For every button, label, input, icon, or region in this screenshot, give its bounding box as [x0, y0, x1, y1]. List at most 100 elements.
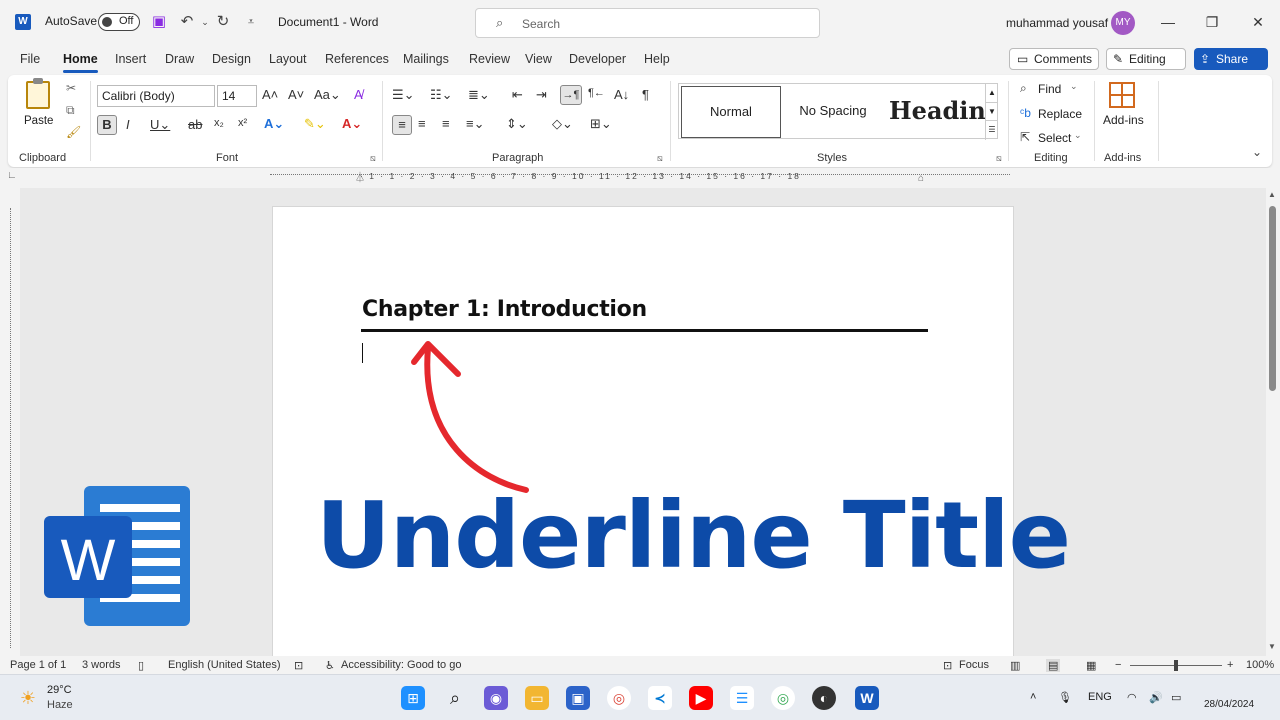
accessibility-status[interactable]: Accessibility: Good to go [341, 659, 461, 671]
right-indent-marker-icon[interactable]: ⌂ [918, 173, 924, 184]
wifi-icon[interactable]: ◠ [1127, 691, 1137, 704]
shading-icon[interactable]: ◇⌄ [552, 116, 573, 132]
shrink-font-icon[interactable]: A˅ [288, 87, 304, 102]
word-taskbar-icon[interactable]: W [855, 686, 879, 710]
tab-references[interactable]: References [325, 52, 389, 66]
zoom-level[interactable]: 100% [1246, 659, 1274, 671]
replace-button[interactable]: Replace [1038, 107, 1082, 121]
align-left-icon[interactable]: ≡ [392, 115, 412, 135]
tab-layout[interactable]: Layout [269, 52, 307, 66]
styles-dialog-launcher-icon[interactable]: ⧅ [996, 153, 1002, 164]
bold-button[interactable]: B [97, 115, 117, 135]
notepad-icon[interactable]: ☰ [730, 686, 754, 710]
ltr-paragraph-icon[interactable]: →¶ [560, 85, 582, 105]
change-case-icon[interactable]: Aa⌄ [314, 87, 341, 103]
tab-home[interactable]: Home [63, 52, 98, 73]
language-indicator[interactable]: ENG [1088, 691, 1112, 703]
redo-icon[interactable]: ↻ [214, 12, 232, 32]
strikethrough-button[interactable]: ab [188, 117, 202, 132]
justify-icon[interactable]: ≡⌄ [466, 116, 484, 132]
microphone-icon[interactable]: 🎙 [1058, 691, 1072, 704]
scroll-down-icon[interactable]: ▼ [1268, 642, 1276, 651]
search-taskbar-icon[interactable]: ⌕ [443, 686, 467, 710]
find-dropdown-icon[interactable]: ⌄ [1070, 81, 1078, 92]
align-center-icon[interactable]: ≡ [418, 116, 426, 131]
superscript-button[interactable]: x² [238, 117, 247, 129]
cut-icon[interactable]: ✂ [66, 81, 76, 95]
numbering-icon[interactable]: ☷⌄ [430, 87, 453, 103]
addins-button[interactable]: Add-ins [1103, 113, 1144, 127]
system-date[interactable]: 28/04/2024 [1204, 699, 1254, 710]
word-count[interactable]: 3 words [82, 659, 121, 671]
styles-up-icon[interactable]: ▲ [986, 84, 998, 102]
copy-icon[interactable]: ⧉ [66, 103, 75, 118]
undo-icon[interactable]: ↶ [178, 12, 196, 32]
avatar[interactable]: MY [1111, 11, 1135, 35]
styles-scroll[interactable]: ▲ ▼ ☰ [985, 84, 998, 140]
restore-icon[interactable]: ❐ [1202, 12, 1222, 32]
user-name[interactable]: muhammad yousaf [1006, 16, 1108, 30]
find-button[interactable]: Find [1038, 82, 1061, 96]
italic-button[interactable]: I [126, 117, 130, 132]
close-icon[interactable]: ✕ [1248, 12, 1268, 32]
scrollbar-thumb[interactable] [1269, 206, 1276, 391]
read-mode-icon[interactable]: ▥ [1010, 659, 1020, 672]
start-icon[interactable]: ⊞ [401, 686, 425, 710]
store-icon[interactable]: ▣ [566, 686, 590, 710]
tab-mailings[interactable]: Mailings [403, 52, 449, 66]
grow-font-icon[interactable]: A˄ [262, 87, 278, 102]
font-size-select[interactable]: 14 [217, 85, 257, 107]
styles-down-icon[interactable]: ▼ [986, 102, 998, 120]
obs-icon[interactable]: ◐ [812, 686, 836, 710]
bullets-icon[interactable]: ☰⌄ [392, 87, 415, 103]
style-normal[interactable]: Normal [681, 86, 781, 138]
focus-button[interactable]: Focus [959, 659, 989, 671]
weather-temperature[interactable]: 29°C [47, 684, 72, 696]
subscript-button[interactable]: x₂ [214, 117, 224, 129]
tab-review[interactable]: Review [469, 52, 510, 66]
language-label[interactable]: English (United States) [168, 659, 281, 671]
minimize-icon[interactable]: — [1158, 12, 1178, 32]
save-icon[interactable]: ▣ [150, 12, 168, 32]
customize-quick-access-icon[interactable]: ⩡ [242, 12, 260, 32]
tray-overflow-icon[interactable]: ˄ [1030, 691, 1036, 703]
share-button[interactable]: Share [1194, 48, 1268, 70]
document-heading[interactable]: Chapter 1: Introduction [362, 297, 647, 322]
paste-label[interactable]: Paste [24, 115, 53, 127]
tab-design[interactable]: Design [212, 52, 251, 66]
vertical-scrollbar[interactable]: ▲ ▼ [1266, 188, 1280, 656]
tab-file[interactable]: File [20, 52, 40, 66]
clear-formatting-icon[interactable]: A̸ [354, 87, 363, 102]
highlight-icon[interactable]: ✎⌄ [304, 116, 326, 132]
paragraph-dialog-launcher-icon[interactable]: ⧅ [657, 153, 663, 164]
web-layout-icon[interactable]: ▦ [1086, 659, 1096, 672]
zoom-slider-knob[interactable] [1174, 660, 1178, 671]
teams-chat-icon[interactable]: ◉ [484, 686, 508, 710]
borders-icon[interactable]: ⊞⌄ [590, 116, 612, 132]
tab-developer[interactable]: Developer [569, 52, 626, 66]
volume-icon[interactable]: 🔊 [1149, 691, 1163, 704]
tab-selector-icon[interactable]: ∟ [7, 170, 17, 181]
select-dropdown-icon[interactable]: ⌄ [1074, 130, 1082, 141]
search-box[interactable]: ⌕ Search [475, 8, 820, 38]
tab-insert[interactable]: Insert [115, 52, 146, 66]
proofing-icon[interactable]: ▯ [138, 659, 144, 672]
page-count[interactable]: Page 1 of 1 [10, 659, 66, 671]
tab-draw[interactable]: Draw [165, 52, 194, 66]
horizontal-ruler[interactable]: ∟ · 1 · 1 · 2 · 3 · 4 · 5 · 6 · 7 · 8 · … [0, 168, 1280, 188]
file-explorer-icon[interactable]: ▭ [525, 686, 549, 710]
zoom-in-icon[interactable]: + [1227, 659, 1233, 671]
text-predictions-icon[interactable]: ⊡ [294, 659, 303, 672]
line-spacing-icon[interactable]: ⇕⌄ [506, 116, 528, 132]
show-formatting-icon[interactable]: ¶ [642, 87, 649, 102]
editing-mode-button[interactable]: Editing [1106, 48, 1186, 70]
tab-view[interactable]: View [525, 52, 552, 66]
style-no-spacing[interactable]: No Spacing [783, 86, 883, 138]
styles-more-icon[interactable]: ☰ [986, 120, 998, 138]
align-right-icon[interactable]: ≡ [442, 116, 450, 131]
format-painter-icon[interactable]: 🖌 [66, 125, 81, 139]
font-color-icon[interactable]: A⌄ [342, 116, 362, 132]
underline-button[interactable]: U⌄ [150, 117, 170, 133]
decrease-indent-icon[interactable]: ⇤ [512, 87, 523, 103]
tab-help[interactable]: Help [644, 52, 670, 66]
